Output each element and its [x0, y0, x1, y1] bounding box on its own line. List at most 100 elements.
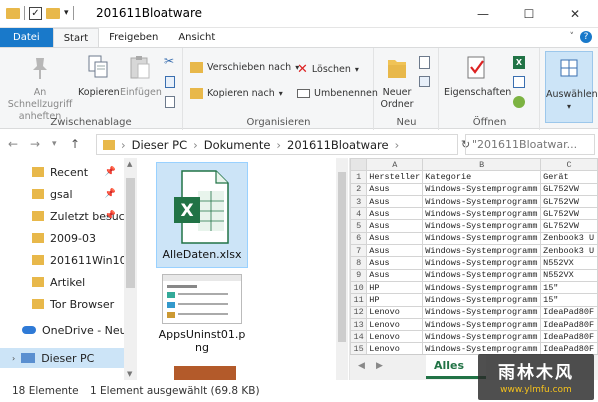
nav-scrollbar[interactable]: ▲ ▼ — [124, 158, 137, 380]
nav-item-201611win10re[interactable]: 201611Win10Re — [0, 250, 124, 270]
history-icon[interactable] — [513, 96, 525, 108]
breadcrumb-dokumente[interactable]: Dokumente — [204, 138, 271, 152]
ribbon-tabs: Datei Start Freigeben Ansicht ˅ ? — [0, 28, 598, 48]
sheet-cell: HP — [366, 293, 424, 307]
copy-to-button[interactable]: Kopieren nach ▾ — [190, 88, 283, 99]
sheet-cell: 15" — [540, 280, 598, 295]
nav-item-label: 2009-03 — [50, 231, 96, 245]
nav-item-gsal[interactable]: gsal 📌 — [0, 184, 124, 204]
copy-path-icon[interactable] — [165, 76, 175, 88]
watermark: 雨林木风 www.ylmfu.com — [478, 354, 594, 400]
new-folder-quick-icon[interactable] — [46, 7, 60, 19]
nav-item-label: 201611Win10Re — [50, 253, 124, 267]
column-header-row: A B C — [350, 158, 598, 172]
watermark-title: 雨林木风 — [498, 363, 574, 383]
scroll-up-icon[interactable]: ▲ — [127, 160, 132, 168]
pin-to-quick-access-button[interactable]: An Schnellzugriff anheften — [4, 54, 76, 123]
new-item-icon[interactable] — [419, 56, 430, 69]
copy-button[interactable]: Kopieren — [78, 54, 120, 99]
nav-item-onedrive[interactable]: OneDrive - Neue — [0, 320, 124, 340]
nav-item-artikel[interactable]: Artikel — [0, 272, 124, 292]
nav-item-2009-03[interactable]: 2009-03 — [0, 228, 124, 248]
address-bar[interactable]: › Dieser PC › Dokumente › 201611Bloatwar… — [96, 134, 458, 155]
search-input[interactable]: "201611Bloatwar... — [465, 134, 595, 155]
open-excel-icon[interactable]: X — [513, 56, 525, 69]
paste-label: Einfügen — [120, 87, 162, 98]
sheet-cell: Lenovo — [366, 330, 424, 344]
file-list-scrollbar[interactable] — [336, 158, 348, 380]
up-icon[interactable]: ↑ — [70, 137, 80, 151]
nav-item-tor-browser[interactable]: Tor Browser — [0, 294, 124, 314]
row-number: 13 — [350, 317, 368, 332]
back-icon[interactable]: ← — [8, 137, 18, 151]
sheet-tab-alles[interactable]: Alles — [426, 355, 486, 379]
row-number: 12 — [350, 305, 368, 319]
row-number: 2 — [350, 182, 368, 196]
folder-icon — [32, 233, 44, 243]
copy-label: Kopieren — [78, 87, 120, 98]
delete-button[interactable]: ✕ Löschen ▾ — [297, 62, 359, 77]
move-to-button[interactable]: Verschieben nach ▾ — [190, 62, 299, 73]
tab-file[interactable]: Datei — [0, 28, 53, 48]
prev-sheet-icon[interactable]: ◀ — [358, 361, 365, 371]
folder-icon — [32, 211, 44, 221]
open-group: Eigenschaften X Öffnen — [440, 48, 540, 130]
nav-item-zuletzt-besucht[interactable]: Zuletzt besuch 📌 — [0, 206, 124, 226]
recent-locations-icon[interactable]: ▾ — [52, 139, 57, 149]
folder-icon — [32, 277, 44, 287]
pinned-icon: 📌 — [104, 189, 116, 199]
nav-item-label: Dieser PC — [41, 351, 95, 365]
sheet-cell: Windows-Systemprogramm — [422, 244, 542, 258]
minimize-button[interactable]: — — [460, 0, 506, 28]
rename-button[interactable]: Umbenennen — [297, 88, 378, 99]
tab-share[interactable]: Freigeben — [99, 28, 168, 48]
cut-icon[interactable]: ✂ — [164, 54, 174, 68]
sheet-cell: Asus — [366, 231, 424, 246]
close-button[interactable]: ✕ — [552, 0, 598, 28]
nav-item-dieser-pc[interactable]: › Dieser PC — [0, 348, 124, 368]
sheet-cell: Windows-Systemprogramm — [422, 280, 542, 295]
sheet-cell: Asus — [366, 256, 424, 270]
sheet-row: 13 Lenovo Windows-Systemprogramm IdeaPad80F — [350, 317, 598, 332]
file-tile-alledaten[interactable]: X AlleDaten.xlsx — [156, 162, 248, 268]
breadcrumb-current[interactable]: 201611Bloatware — [287, 138, 389, 152]
collapse-ribbon-icon[interactable]: ˅ — [570, 32, 575, 42]
properties-quick-icon[interactable]: ✓ — [29, 6, 42, 20]
breadcrumb-separator: › — [193, 137, 198, 152]
help-icon[interactable]: ? — [580, 31, 592, 43]
sheet-cell: Windows-Systemprogramm — [422, 256, 542, 270]
scrollbar-thumb[interactable] — [338, 172, 346, 342]
nav-item-recent[interactable]: Recent 📌 — [0, 162, 124, 182]
breadcrumb-dieser-pc[interactable]: Dieser PC — [132, 138, 188, 152]
sheet-cell: Asus — [366, 182, 424, 196]
forward-icon[interactable]: → — [30, 137, 40, 151]
sheet-cell: Windows-Systemprogramm — [422, 182, 542, 196]
new-folder-button[interactable]: Neuer Ordner — [379, 54, 415, 111]
scrollbar-thumb[interactable] — [126, 178, 135, 288]
pin-icon — [33, 58, 47, 79]
paste-button[interactable]: Einfügen — [120, 54, 162, 99]
sheet-row: 10 HP Windows-Systemprogramm 15" — [350, 280, 598, 295]
file-tile-appsuninst[interactable]: AppsUninst01.png — [156, 274, 248, 362]
select-button[interactable]: Auswählen ▾ — [545, 51, 598, 123]
properties-button[interactable]: Eigenschaften — [444, 54, 511, 99]
tab-view[interactable]: Ansicht — [168, 28, 225, 48]
move-folder-icon — [190, 62, 203, 73]
next-sheet-icon[interactable]: ▶ — [376, 361, 383, 371]
row-number: 5 — [350, 219, 368, 233]
row-number: 6 — [350, 231, 368, 246]
edit-icon[interactable] — [513, 76, 525, 88]
customize-quick-access-icon[interactable]: ▾ — [64, 8, 69, 18]
scroll-down-icon[interactable]: ▼ — [127, 370, 132, 378]
paste-shortcut-icon[interactable] — [165, 96, 175, 108]
tab-start[interactable]: Start — [52, 28, 100, 48]
easy-access-icon[interactable] — [419, 76, 430, 87]
spreadsheet-preview: A B C 1 Hersteller Kategorie Gerät 2 Asus Wind… — [350, 158, 598, 356]
window-controls: — ☐ ✕ — [460, 0, 598, 28]
maximize-button[interactable]: ☐ — [506, 0, 552, 28]
breadcrumb-separator: › — [276, 137, 282, 152]
nav-item-label: OneDrive - Neue — [42, 323, 124, 337]
next-file-thumbnail[interactable] — [174, 366, 236, 380]
sheet-cell: GL752VW — [540, 219, 598, 233]
pinned-icon: 📌 — [104, 167, 116, 177]
